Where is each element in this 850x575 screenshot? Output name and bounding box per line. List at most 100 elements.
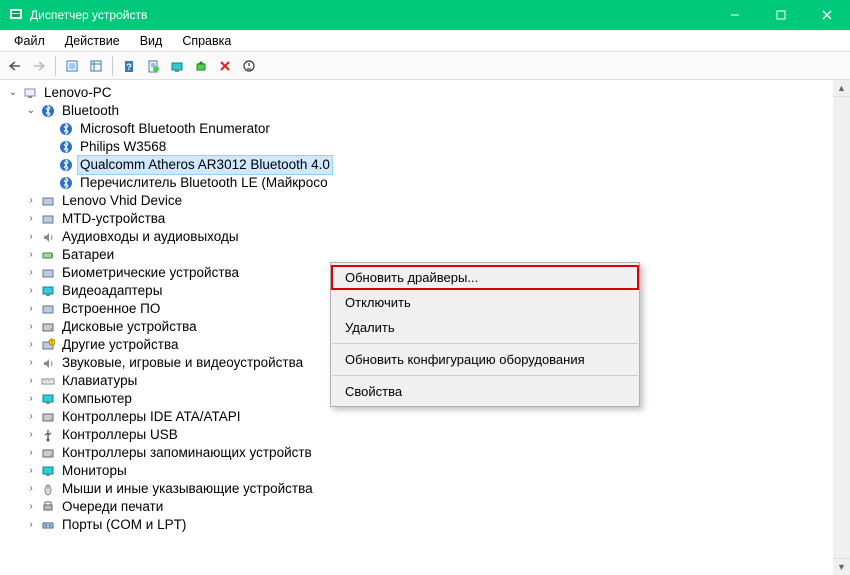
tree-category[interactable]: ›Порты (COM и LPT) <box>6 516 850 534</box>
close-button[interactable] <box>804 0 850 30</box>
category-label: Компьютер <box>60 390 134 408</box>
spacer <box>42 140 56 154</box>
expand-icon[interactable]: › <box>24 194 38 208</box>
bluetooth-device[interactable]: Philips W3568 <box>6 138 850 156</box>
context-scan-hardware[interactable]: Обновить конфигурацию оборудования <box>331 347 639 372</box>
show-hidden-button[interactable] <box>61 55 83 77</box>
scan-hardware-button[interactable] <box>166 55 188 77</box>
category-label: Bluetooth <box>60 102 121 120</box>
expand-icon[interactable]: › <box>24 410 38 424</box>
uninstall-button[interactable] <box>214 55 236 77</box>
category-label: Другие устройства <box>60 336 181 354</box>
tree-category[interactable]: ›Lenovo Vhid Device <box>6 192 850 210</box>
device-icon <box>40 301 56 317</box>
port-icon <box>40 517 56 533</box>
update-driver-button[interactable] <box>190 55 212 77</box>
expand-icon[interactable]: › <box>24 374 38 388</box>
menu-help[interactable]: Справка <box>172 32 241 50</box>
device-icon <box>40 193 56 209</box>
bluetooth-icon <box>58 121 74 137</box>
context-properties[interactable]: Свойства <box>331 379 639 404</box>
tree-category[interactable]: › Контроллеры IDE ATA/ATAPI <box>6 408 850 426</box>
window-title: Диспетчер устройств <box>30 8 712 22</box>
disable-button[interactable] <box>238 55 260 77</box>
bluetooth-device[interactable]: Перечислитель Bluetooth LE (Майкросо <box>6 174 850 192</box>
tree-category[interactable]: › MTD-устройства <box>6 210 850 228</box>
device-label: Qualcomm Atheros AR3012 Bluetooth 4.0 <box>78 156 332 174</box>
expand-icon[interactable]: › <box>24 320 38 334</box>
tree-category[interactable]: ›Контроллеры запоминающих устройств <box>6 444 850 462</box>
help-button[interactable]: ? <box>118 55 140 77</box>
expand-icon[interactable]: › <box>24 518 38 532</box>
bluetooth-device[interactable]: Microsoft Bluetooth Enumerator <box>6 120 850 138</box>
expand-icon[interactable]: › <box>24 338 38 352</box>
content-area: ⌄ Lenovo-PC ⌄ Bluetooth Microsoft Blueto… <box>0 80 850 575</box>
printer-icon <box>40 499 56 515</box>
tree-root[interactable]: ⌄ Lenovo-PC <box>6 84 850 102</box>
context-separator <box>332 343 638 344</box>
minimize-button[interactable] <box>712 0 758 30</box>
bluetooth-device-selected[interactable]: Qualcomm Atheros AR3012 Bluetooth 4.0 <box>6 156 850 174</box>
tree-category[interactable]: › Очереди печати <box>6 498 850 516</box>
expand-icon[interactable]: › <box>24 230 38 244</box>
disk-icon <box>40 445 56 461</box>
tree-category[interactable]: ›Аудиовходы и аудиовыходы <box>6 228 850 246</box>
usb-icon <box>40 427 56 443</box>
spacer <box>42 176 56 190</box>
context-menu: Обновить драйверы... Отключить Удалить О… <box>330 262 640 407</box>
maximize-button[interactable] <box>758 0 804 30</box>
svg-text:!: ! <box>51 340 52 346</box>
svg-text:?: ? <box>126 62 132 72</box>
device-icon <box>40 211 56 227</box>
audio-icon <box>40 355 56 371</box>
vertical-scrollbar[interactable]: ▲ ▼ <box>833 80 850 575</box>
tree-category[interactable]: ›Мониторы <box>6 462 850 480</box>
expand-icon[interactable]: › <box>24 500 38 514</box>
category-label: MTD-устройства <box>60 210 167 228</box>
collapse-icon[interactable]: ⌄ <box>6 86 20 100</box>
expand-icon[interactable]: › <box>24 428 38 442</box>
context-update-drivers[interactable]: Обновить драйверы... <box>331 265 639 290</box>
expand-icon[interactable]: › <box>24 482 38 496</box>
expand-icon[interactable]: › <box>24 464 38 478</box>
disk-icon <box>40 409 56 425</box>
category-label: Мыши и иные указывающие устройства <box>60 480 315 498</box>
device-label: Перечислитель Bluetooth LE (Майкросо <box>78 174 330 192</box>
expand-icon[interactable]: › <box>24 212 38 226</box>
window-controls <box>712 0 850 30</box>
scroll-down-button[interactable]: ▼ <box>833 558 850 575</box>
menu-action[interactable]: Действие <box>55 32 130 50</box>
context-delete[interactable]: Удалить <box>331 315 639 340</box>
expand-icon[interactable]: › <box>24 392 38 406</box>
titlebar: Диспетчер устройств <box>0 0 850 30</box>
collapse-icon[interactable]: ⌄ <box>24 104 38 118</box>
context-disable[interactable]: Отключить <box>331 290 639 315</box>
category-label: Дисковые устройства <box>60 318 199 336</box>
expand-icon[interactable]: › <box>24 356 38 370</box>
forward-button[interactable] <box>28 55 50 77</box>
category-label: Очереди печати <box>60 498 165 516</box>
keyboard-icon <box>40 373 56 389</box>
back-button[interactable] <box>4 55 26 77</box>
expand-icon[interactable]: › <box>24 266 38 280</box>
spacer <box>42 122 56 136</box>
category-label: Контроллеры IDE ATA/ATAPI <box>60 408 242 426</box>
tree-category[interactable]: › Мыши и иные указывающие устройства <box>6 480 850 498</box>
tree-category-bluetooth[interactable]: ⌄ Bluetooth <box>6 102 850 120</box>
tree-category[interactable]: ›Контроллеры USB <box>6 426 850 444</box>
category-label: Клавиатуры <box>60 372 139 390</box>
scroll-up-button[interactable]: ▲ <box>833 80 850 97</box>
monitor-icon <box>40 391 56 407</box>
expand-icon[interactable]: › <box>24 284 38 298</box>
properties-button[interactable] <box>142 55 164 77</box>
expand-icon[interactable]: › <box>24 302 38 316</box>
bluetooth-icon <box>58 175 74 191</box>
view-mode-button[interactable] <box>85 55 107 77</box>
category-label: Звуковые, игровые и видеоустройства <box>60 354 305 372</box>
expand-icon[interactable]: › <box>24 446 38 460</box>
menu-view[interactable]: Вид <box>130 32 173 50</box>
menu-file[interactable]: Файл <box>4 32 55 50</box>
menubar: Файл Действие Вид Справка <box>0 30 850 52</box>
expand-icon[interactable]: › <box>24 248 38 262</box>
computer-icon <box>22 85 38 101</box>
